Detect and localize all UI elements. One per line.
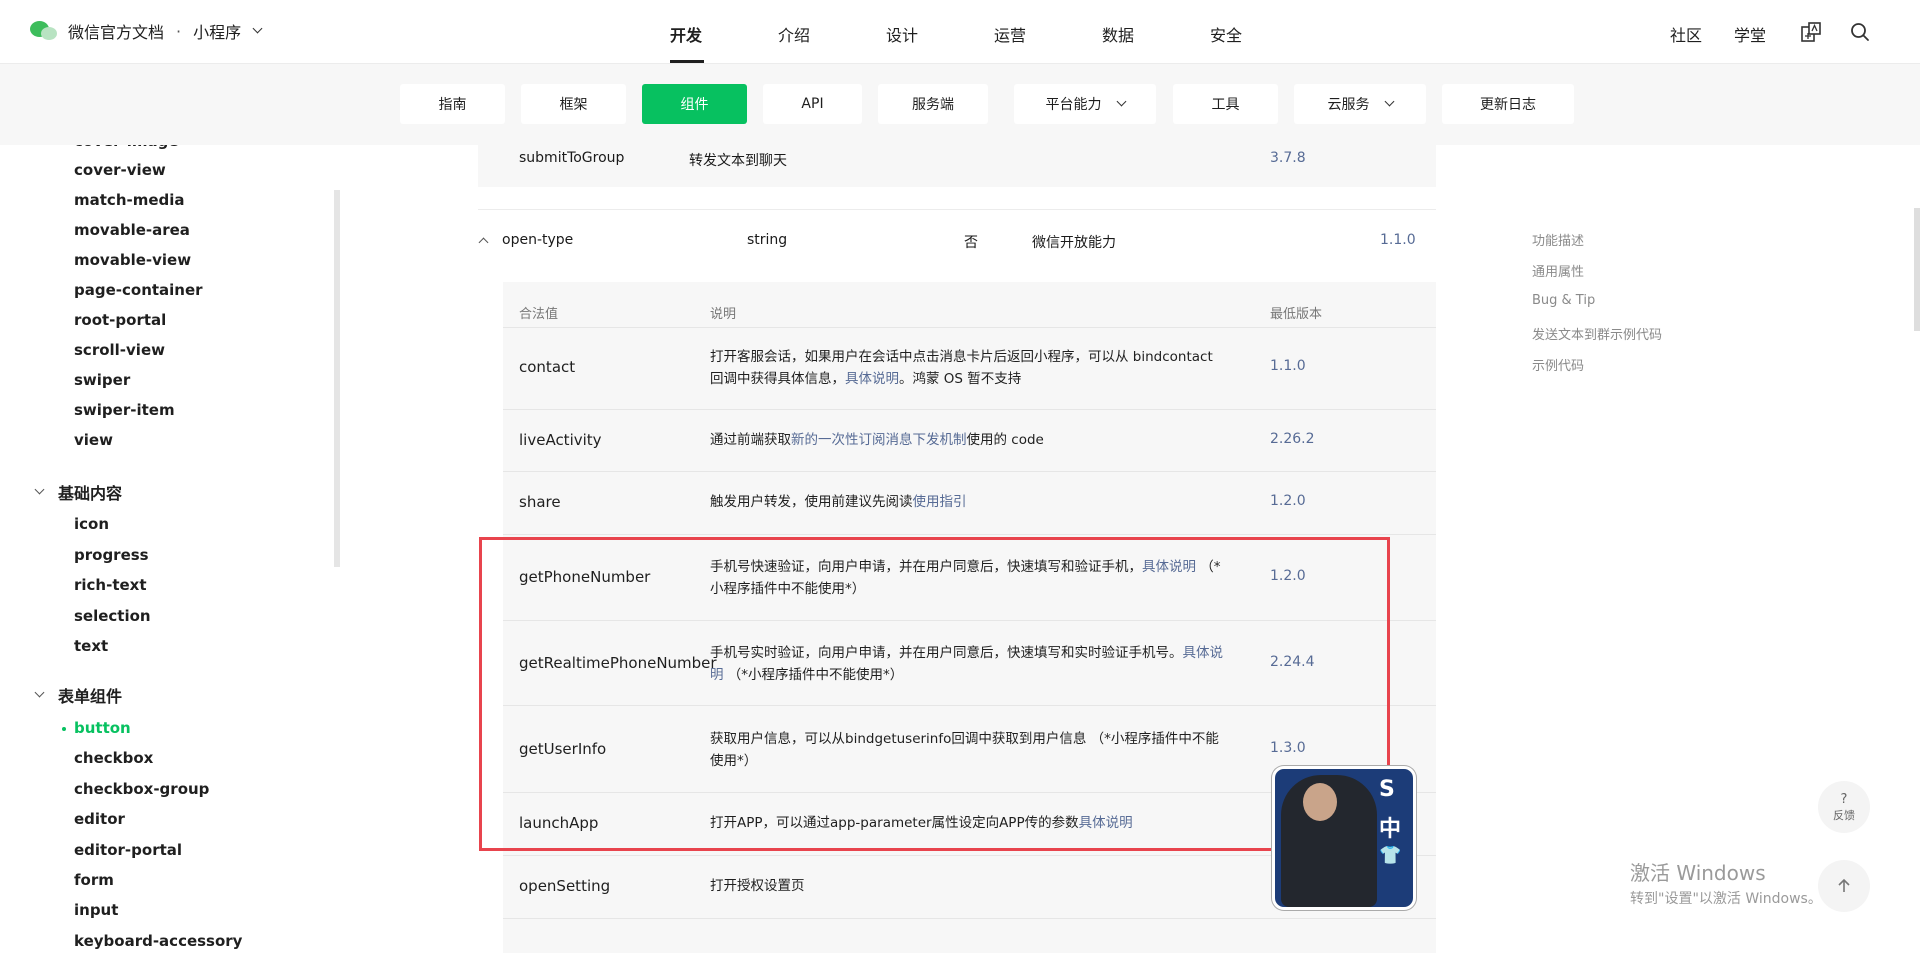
table-row — [503, 918, 1436, 953]
outline-link[interactable]: 功能描述 — [1532, 230, 1584, 249]
tab-label: 组件 — [680, 97, 709, 113]
tab-server[interactable]: 服务端 — [878, 84, 988, 124]
sub-tab-bar: 指南 框架 组件 API 服务端 平台能力 工具 云服务 更新日志 — [0, 64, 1920, 145]
value-version: 3.7.8 — [1270, 150, 1306, 166]
tab-label: 平台能力 — [1045, 97, 1102, 113]
value-name: openSetting — [519, 877, 611, 895]
col-header-value: 合法值 — [519, 307, 559, 322]
value-name: share — [519, 493, 561, 511]
brand-title: 微信官方文档 — [68, 23, 165, 42]
help-icon: ? — [1840, 791, 1848, 807]
tab-label: API — [801, 96, 824, 112]
widget-tag: S — [1379, 777, 1395, 802]
tab-cloud[interactable]: 云服务 — [1294, 84, 1426, 124]
doc-link[interactable]: 具体说明 — [845, 371, 899, 387]
table-row: contact 打开客服会话，如果用户在会话中点击消息卡片后返回小程序，可以从 … — [503, 327, 1436, 409]
brand[interactable]: 微信官方文档 · 小程序 — [30, 19, 263, 43]
feedback-button[interactable]: ? 反馈 — [1818, 781, 1870, 833]
tab-api[interactable]: API — [763, 84, 862, 124]
value-desc: 打开授权设置页 — [710, 878, 805, 894]
chevron-down-icon — [1384, 96, 1394, 106]
arrow-up-icon — [1838, 878, 1850, 892]
activation-hint: 转到"设置"以激活 Windows。 — [1630, 891, 1822, 907]
tab-components[interactable]: 组件 — [642, 84, 747, 124]
attr-required: 否 — [964, 235, 978, 251]
doc-link[interactable]: 使用指引 — [913, 494, 967, 510]
feedback-label: 反馈 — [1833, 808, 1855, 822]
product-switcher[interactable]: 小程序 — [193, 19, 241, 43]
tab-label: 框架 — [559, 97, 588, 113]
face-image — [1303, 783, 1337, 821]
value-name: contact — [519, 358, 576, 376]
value-version: 1.2.0 — [1270, 493, 1306, 509]
tab-platform[interactable]: 平台能力 — [1014, 84, 1156, 124]
windows-activation-watermark: 激活 Windows 转到"设置"以激活 Windows。 — [1630, 857, 1822, 908]
value-name: liveActivity — [519, 431, 602, 449]
value-desc: 转发文本到聊天 — [689, 153, 787, 169]
value-version: 2.26.2 — [1270, 431, 1315, 447]
outline-link[interactable]: 通用属性 — [1532, 261, 1584, 280]
value-name: submitToGroup — [519, 150, 625, 166]
doc-link[interactable]: 新的一次性订阅消息下发机制 — [791, 432, 967, 448]
red-highlight-box — [479, 537, 1390, 851]
shirt-icon: 👕 — [1379, 845, 1402, 866]
outline-link[interactable]: 示例代码 — [1532, 355, 1584, 374]
tab-label: 服务端 — [912, 97, 954, 113]
table-row: liveActivity 通过前端获取新的一次性订阅消息下发机制使用的 code… — [503, 409, 1436, 471]
translate-icon[interactable] — [1800, 21, 1822, 43]
nav-community[interactable]: 社区 — [1670, 22, 1702, 46]
attr-desc: 微信开放能力 — [1032, 235, 1116, 251]
nav-data[interactable]: 数据 — [1102, 22, 1134, 46]
tab-label: 云服务 — [1327, 97, 1370, 113]
col-header-desc: 说明 — [710, 307, 737, 322]
outline-link[interactable]: 发送文本到群示例代码 — [1532, 324, 1662, 343]
nav-design[interactable]: 设计 — [886, 22, 918, 46]
divider — [478, 209, 1436, 210]
value-version: 1.1.0 — [1270, 358, 1306, 374]
tab-framework[interactable]: 框架 — [521, 84, 626, 124]
page-scrollbar[interactable] — [1914, 208, 1920, 331]
value-desc: 触发用户转发，使用前建议先阅读使用指引 — [710, 494, 967, 510]
value-desc: 打开客服会话，如果用户在会话中点击消息卡片后返回小程序，可以从 bindcont… — [710, 349, 1213, 387]
nav-intro[interactable]: 介绍 — [778, 22, 810, 46]
tab-label: 工具 — [1211, 97, 1240, 113]
attr-type: string — [747, 232, 788, 248]
nav-active-indicator — [670, 60, 704, 63]
top-header: 微信官方文档 · 小程序 开发 介绍 设计 运营 数据 安全 社区 学堂 — [0, 0, 1920, 64]
wechat-logo-icon — [30, 19, 60, 43]
outline-link[interactable]: Bug & Tip — [1532, 293, 1595, 308]
tab-tools[interactable]: 工具 — [1173, 84, 1278, 124]
tab-guide[interactable]: 指南 — [400, 84, 505, 124]
nav-operate[interactable]: 运营 — [994, 22, 1026, 46]
attr-name: open-type — [502, 232, 574, 248]
attr-version: 1.1.0 — [1380, 232, 1416, 248]
brand-separator: · — [176, 21, 182, 41]
chevron-down-icon — [252, 23, 263, 33]
floating-avatar-widget[interactable]: S 中 👕 — [1272, 766, 1416, 910]
activation-title: 激活 Windows — [1630, 861, 1766, 885]
col-header-version: 最低版本 — [1270, 307, 1323, 322]
nav-academy[interactable]: 学堂 — [1734, 22, 1766, 46]
search-icon[interactable] — [1849, 21, 1871, 43]
nav-dev[interactable]: 开发 — [670, 22, 702, 46]
nav-security[interactable]: 安全 — [1210, 22, 1242, 46]
table-row: share 触发用户转发，使用前建议先阅读使用指引 1.2.0 — [503, 471, 1436, 534]
back-to-top-button[interactable] — [1818, 860, 1870, 912]
chevron-up-icon[interactable] — [478, 237, 489, 248]
chevron-down-icon — [1116, 96, 1126, 106]
tab-label: 指南 — [438, 97, 467, 113]
value-desc: 通过前端获取新的一次性订阅消息下发机制使用的 code — [710, 432, 1044, 448]
main-content: submitToGroup 转发文本到聊天 3.7.8 open-type st… — [0, 145, 1920, 953]
table-row: submitToGroup 转发文本到聊天 3.7.8 — [478, 145, 1436, 187]
tab-changelog[interactable]: 更新日志 — [1442, 84, 1574, 124]
tab-label: 更新日志 — [1480, 97, 1536, 113]
widget-tag: 中 — [1379, 817, 1402, 842]
